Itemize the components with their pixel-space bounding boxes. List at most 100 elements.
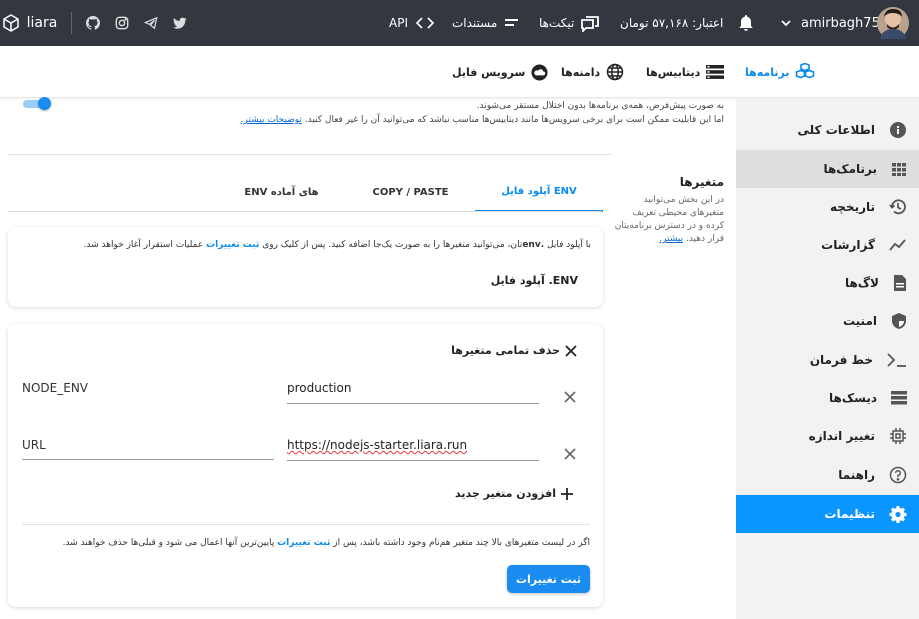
nav-databases[interactable]: دیتابیس‌ها — [646, 46, 725, 98]
sidebar-item-logs[interactable]: لاگ‌ها — [736, 264, 919, 302]
sidebar-item-label: خط فرمان — [809, 353, 873, 367]
terminal-icon — [887, 353, 906, 367]
sidebar-item-security[interactable]: امنیت — [736, 302, 919, 340]
twitter-icon[interactable] — [173, 0, 187, 46]
chart-icon — [889, 239, 906, 251]
env-key-input[interactable]: URL — [22, 438, 46, 452]
shield-icon — [892, 313, 906, 329]
network-desc-line1: به صورت پیش‌فرض، همه‌ی برنامه‌ها بدون اخ… — [476, 101, 724, 111]
add-var-label: افزودن متغیر جدید — [455, 487, 556, 500]
variables-desc-2: متغیرهای محیطی تعریف — [632, 208, 724, 218]
sidebar-item-terminal[interactable]: خط فرمان — [736, 341, 919, 379]
tab-copy-paste[interactable]: COPY / PASTE — [346, 172, 475, 212]
docs-icon — [505, 19, 519, 26]
sidebar: اطلاعات کلی برنامک‌ها تاریخچه گزارشات لا… — [736, 98, 919, 619]
variables-desc-4: قرار دهید. بیشتر. — [659, 234, 724, 244]
upload-desc-env: .env — [522, 240, 545, 250]
chip-icon — [890, 428, 906, 444]
bell-icon[interactable] — [738, 0, 754, 46]
variables-title: متغیرها — [679, 175, 724, 189]
cube-logo-icon — [2, 14, 19, 32]
sidebar-item-label: راهنما — [838, 468, 875, 482]
nav-apps-label: برنامه‌ها — [745, 65, 790, 79]
remove-var-icon[interactable] — [564, 448, 576, 460]
nav-domains[interactable]: دامنه‌ها — [561, 46, 624, 98]
top-navbar: liara API مستندات تیکت‌ها اعتبار: ۵۷,۱۶۸… — [0, 0, 919, 46]
brand[interactable]: liara — [0, 0, 58, 46]
env-key-input[interactable]: NODE_ENV — [22, 381, 88, 395]
username[interactable]: amirbagh75 — [801, 0, 880, 46]
nav-file-service[interactable]: سرویس فایل — [452, 46, 548, 98]
docs-label: مستندات — [452, 16, 498, 30]
upload-desc-post: عملیات استقرار آغاز خواهد شد. — [83, 240, 204, 250]
zero-downtime-toggle[interactable] — [19, 97, 51, 110]
nav-apps[interactable]: برنامه‌ها — [745, 46, 815, 98]
env-key-underline — [22, 459, 274, 460]
tickets-link[interactable]: تیکت‌ها — [539, 0, 600, 46]
sidebar-item-help[interactable]: راهنما — [736, 456, 919, 494]
gear-icon — [889, 506, 907, 523]
sidebar-item-settings[interactable]: تنظیمات — [736, 495, 919, 533]
tab-upload-env[interactable]: آپلود فایل ENV — [475, 172, 603, 212]
note-post: پایین‌ترین آنها اعمال می شود و قبلی‌ها ح… — [62, 538, 275, 548]
variables-desc-1: در این بخش می‌توانید — [643, 195, 724, 205]
upload-env-button[interactable]: آپلود فایل .ENV — [491, 274, 578, 287]
variables-more-link[interactable]: بیشتر. — [659, 234, 683, 244]
sidebar-item-overview[interactable]: اطلاعات کلی — [736, 111, 919, 149]
sidebar-item-reports[interactable]: گزارشات — [736, 226, 919, 264]
upload-desc-pre: با آپلود فایل — [547, 240, 591, 250]
network-desc-line2: اما این قابلیت ممکن است برای برخی سرویس‌… — [241, 115, 724, 125]
upload-desc-link: ثبت تغییرات — [206, 240, 260, 250]
grid-icon — [892, 163, 906, 176]
chat-icon — [581, 16, 600, 32]
note-pre: اگر در لیست متغیرهای بالا چند متغیر هم‌ن… — [333, 538, 590, 548]
avatar[interactable] — [877, 0, 909, 46]
upload-card: با آپلود فایل .envتان، می‌توانید متغیرها… — [8, 227, 603, 307]
api-label: API — [389, 16, 408, 30]
duplicate-note: اگر در لیست متغیرهای بالا چند متغیر هم‌ن… — [63, 538, 590, 548]
sidebar-item-label: گزارشات — [821, 238, 875, 252]
sidebar-item-label: برنامک‌ها — [823, 162, 877, 176]
add-var-button[interactable]: افزودن متغیر جدید — [455, 487, 573, 500]
divider — [8, 154, 612, 155]
sidebar-item-resize[interactable]: تغییر اندازه — [736, 417, 919, 455]
credit-text: اعتبار: ۵۷,۱۶۸ تومان — [620, 16, 724, 30]
sidebar-item-disks[interactable]: دیسک‌ها — [736, 379, 919, 417]
delete-all-button[interactable]: حذف تمامی متغیرها — [451, 344, 577, 357]
chevron-down-icon[interactable] — [781, 0, 791, 46]
variables-desc-4-text: قرار دهید. — [685, 234, 724, 244]
sidebar-item-label: لاگ‌ها — [844, 276, 879, 290]
globe-icon — [606, 63, 624, 81]
more-info-link[interactable]: توضیحات بیشتر. — [241, 115, 302, 125]
delete-all-label: حذف تمامی متغیرها — [451, 344, 560, 357]
database-icon — [706, 65, 725, 79]
sidebar-item-label: اطلاعات کلی — [797, 123, 875, 137]
network-desc-line2-text: اما این قابلیت ممکن است برای برخی سرویس‌… — [304, 115, 724, 125]
nav-databases-label: دیتابیس‌ها — [646, 65, 701, 79]
document-icon — [894, 275, 906, 291]
help-icon — [889, 466, 907, 484]
variables-desc-3: کرده و در دسترس برنامه‌یتان — [614, 221, 724, 231]
sidebar-item-applets[interactable]: برنامک‌ها — [736, 150, 919, 188]
telegram-icon[interactable] — [144, 0, 158, 46]
env-value-input[interactable]: https://nodejs-starter.liara.run — [287, 438, 467, 452]
sidebar-item-history[interactable]: تاریخچه — [736, 188, 919, 226]
env-value-input[interactable]: production — [287, 381, 351, 395]
instagram-icon[interactable] — [115, 0, 129, 46]
nav-domains-label: دامنه‌ها — [561, 65, 601, 79]
upload-desc-mid: تان، می‌توانید متغیرها را به صورت یک‌جا … — [262, 240, 523, 250]
tab-ready-env[interactable]: ENV های آماده — [217, 172, 346, 212]
docs-link[interactable]: مستندات — [452, 0, 519, 46]
env-value-underline — [287, 403, 539, 404]
sidebar-item-label: دیسک‌ها — [829, 391, 877, 405]
remove-var-icon[interactable] — [564, 391, 576, 403]
sidebar-item-label: امنیت — [842, 314, 877, 328]
sidebar-item-label: تغییر اندازه — [808, 429, 875, 443]
plus-icon — [561, 487, 573, 500]
api-link[interactable]: API — [389, 0, 434, 46]
brand-name: liara — [26, 15, 58, 31]
save-changes-button[interactable]: ثبت تغییرات — [507, 565, 590, 593]
github-icon[interactable] — [86, 0, 100, 46]
env-value-underline — [287, 460, 539, 461]
info-icon — [890, 122, 906, 138]
